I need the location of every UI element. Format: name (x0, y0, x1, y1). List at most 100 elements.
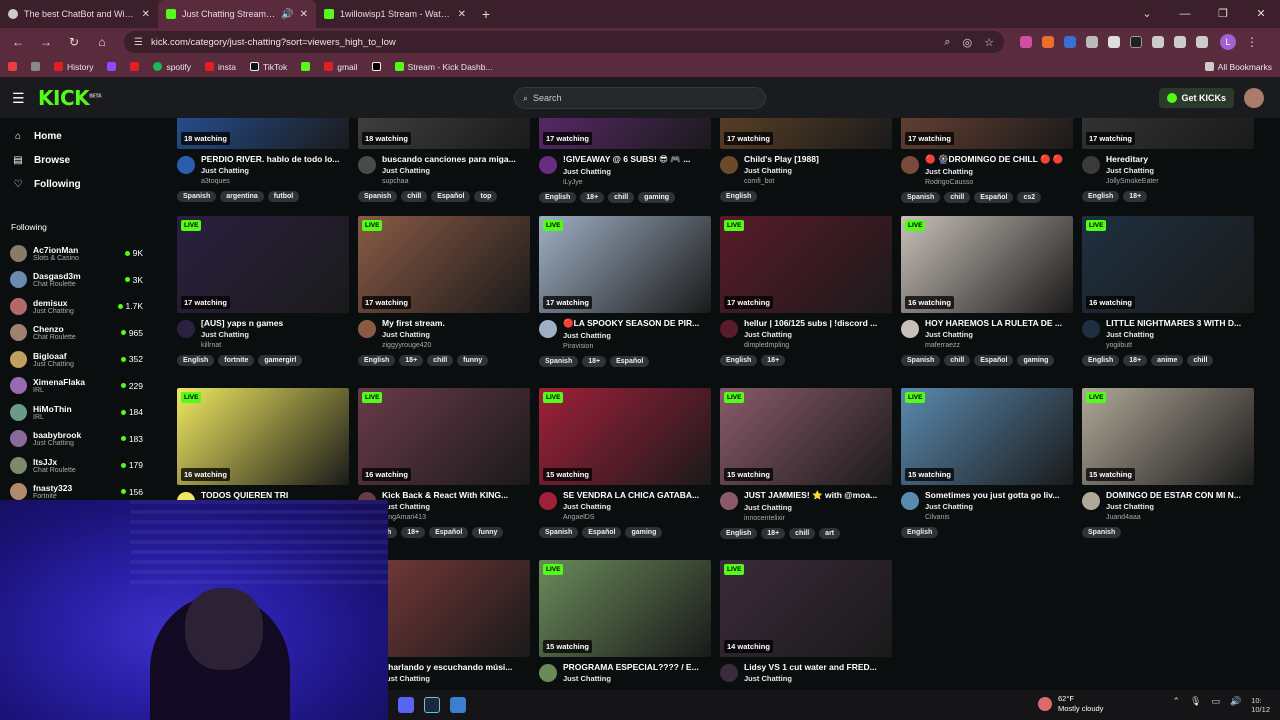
stream-thumbnail[interactable]: 17 watching (720, 118, 892, 149)
eye-off-icon[interactable]: ◎ (963, 36, 973, 49)
stream-title[interactable]: 🔴 🎡DROMINGO DE CHILL 🔴 🔴 (925, 154, 1073, 165)
stream-title[interactable]: Hereditary (1106, 154, 1254, 164)
stream-thumbnail[interactable]: LIVE 15 watching (1082, 388, 1254, 485)
stream-tag[interactable]: chill (789, 528, 816, 539)
search-input[interactable]: ⌕ Search (514, 87, 766, 109)
microphone-icon[interactable]: 🎙 (1190, 696, 1201, 714)
clock[interactable]: 10: 10/12 (1251, 696, 1270, 714)
stream-card[interactable]: LIVE 17 watching [AUS] yaps n games Just… (177, 216, 349, 381)
stream-card[interactable]: LIVE 15 watching SE VENDRA LA CHICA GATA… (539, 388, 711, 553)
stream-card[interactable]: LIVE 17 watching hellur | 106/125 subs |… (720, 216, 892, 381)
stream-tag[interactable]: futbol (267, 191, 300, 202)
stream-category[interactable]: Just Chatting (744, 503, 892, 512)
stream-thumbnail[interactable]: LIVE 17 watching (720, 216, 892, 313)
following-item[interactable]: Dasgasd3m Chat Roulette 3K (0, 267, 165, 294)
stream-title[interactable]: Lidsy VS 1 cut water and FRED... (744, 662, 892, 672)
discord-icon[interactable] (398, 697, 414, 713)
stream-category[interactable]: Just Chatting (201, 330, 349, 339)
stream-tag[interactable]: Spanish (901, 355, 941, 366)
streamer-name[interactable]: ziggyyrouge420 (382, 342, 530, 349)
stream-title[interactable]: Charlando y escuchando músi... (382, 662, 530, 672)
stream-tag[interactable]: gamergirl (258, 355, 303, 366)
following-item[interactable]: XimenaFlaka IRL 229 (0, 373, 165, 400)
avatar[interactable] (901, 492, 919, 510)
stream-thumbnail[interactable]: LIVE 15 watching (539, 560, 711, 657)
stream-tag[interactable]: gaming (1017, 355, 1055, 366)
profile-avatar[interactable]: L (1220, 34, 1236, 50)
stream-tag[interactable]: chill (427, 355, 454, 366)
stream-tag[interactable]: anime (1151, 355, 1184, 366)
stream-category[interactable]: Just Chatting (1106, 502, 1254, 511)
stream-title[interactable]: buscando canciones para miga... (382, 154, 530, 164)
extension-icon[interactable] (1042, 36, 1054, 48)
stream-tag[interactable]: Español (582, 527, 622, 538)
stream-thumbnail[interactable]: LIVE 17 watching (358, 216, 530, 313)
minimize-button[interactable]: — (1166, 0, 1204, 28)
stream-tag[interactable]: Español (974, 355, 1014, 366)
stream-tag[interactable]: Spanish (539, 356, 579, 367)
sidebar-item-home[interactable]: ⌂ Home (12, 124, 165, 148)
weather-widget[interactable]: 62°F Mostly cloudy (1038, 694, 1103, 714)
following-item[interactable]: Ac7ionMan Slots & Casino 9K (0, 240, 165, 267)
stream-thumbnail[interactable]: LIVE 16 watching (901, 216, 1073, 313)
stream-card[interactable]: 18 watching buscando canciones para miga… (358, 118, 530, 217)
stream-thumbnail[interactable]: 17 watching (901, 118, 1073, 149)
stream-thumbnail[interactable]: LIVE 15 watching (720, 388, 892, 485)
stream-title[interactable]: HOY HAREMOS LA RULETA DE ... (925, 318, 1073, 328)
browser-tab[interactable]: The best ChatBot and Widgets ✕ (0, 0, 158, 28)
bookmark-item[interactable] (371, 62, 381, 71)
streamer-name[interactable]: innocentelixir (744, 515, 892, 522)
stream-tag[interactable]: funny (457, 355, 489, 366)
stream-tag[interactable]: chill (944, 192, 971, 203)
stream-title[interactable]: DOMINGO DE ESTAR CON MI N... (1106, 490, 1254, 500)
stream-thumbnail[interactable]: LIVE 16 watching (1082, 216, 1254, 313)
bookmark-gmail[interactable]: gmail (324, 62, 358, 72)
stream-title[interactable]: hellur | 106/125 subs | !discord ... (744, 318, 892, 328)
home-icon[interactable]: ⌂ (90, 35, 114, 49)
streamer-name[interactable]: maferraezz (925, 342, 1073, 349)
stream-category[interactable]: Just Chatting (1106, 330, 1254, 339)
browser-tab-active[interactable]: Just Chatting Streams - Li 🔊 ✕ (158, 0, 316, 28)
stream-tag[interactable]: Español (431, 191, 471, 202)
stream-tag[interactable]: English (720, 355, 758, 366)
stream-tag[interactable]: cs2 (1017, 192, 1042, 203)
stream-card[interactable]: LIVE 15 watching JUST JAMMIES! ⭐ with @m… (720, 388, 892, 553)
streamer-name[interactable]: iLyJye (563, 179, 711, 186)
stream-title[interactable]: LITTLE NIGHTMARES 3 WITH D... (1106, 318, 1254, 328)
stream-card[interactable]: 17 watching Hereditary Just Chatting Jol… (1082, 118, 1254, 217)
stream-tag[interactable]: chill (401, 191, 428, 202)
stream-title[interactable]: JUST JAMMIES! ⭐ with @moa... (744, 490, 892, 501)
extension-icon[interactable] (1020, 36, 1032, 48)
url-input[interactable]: ☰ kick.com/category/just-chatting?sort=v… (124, 31, 1004, 53)
stream-category[interactable]: Just Chatting (201, 166, 349, 175)
hamburger-menu-icon[interactable]: ☰ (12, 90, 26, 107)
stream-tag[interactable]: English (177, 355, 215, 366)
stream-tag[interactable]: Spanish (358, 191, 398, 202)
get-kicks-button[interactable]: Get KICKs (1159, 88, 1234, 108)
stream-card[interactable]: LIVE 16 watching LITTLE NIGHTMARES 3 WIT… (1082, 216, 1254, 381)
stream-thumbnail[interactable]: LIVE 14 watching (720, 560, 892, 657)
stream-title[interactable]: Child's Play [1988] (744, 154, 892, 164)
stream-thumbnail[interactable]: 17 watching (539, 118, 711, 149)
stream-tag[interactable]: English (358, 355, 396, 366)
sidebar-item-browse[interactable]: ▤ Browse (12, 148, 165, 172)
stream-title[interactable]: TODOS QUIEREN TRI (201, 490, 349, 500)
browser-tab[interactable]: 1willowisp1 Stream - Watch Liv ✕ (316, 0, 474, 28)
stream-tag[interactable]: 18+ (761, 355, 786, 366)
following-item[interactable]: Bigloaaf Just Chatting 352 (0, 346, 165, 373)
new-tab-button[interactable]: + (474, 6, 498, 22)
stream-card[interactable]: LIVE 16 watching HOY HAREMOS LA RULETA D… (901, 216, 1073, 381)
streamer-name[interactable]: RodrigoCausso (925, 179, 1073, 186)
streamer-name[interactable]: comfi_bot (744, 178, 892, 185)
stream-title[interactable]: PROGRAMA ESPECIAL???? / E... (563, 662, 711, 672)
stream-thumbnail[interactable]: LIVE 15 watching (539, 388, 711, 485)
stream-category[interactable]: Just Chatting (563, 674, 711, 683)
stream-card[interactable]: 17 watching Child's Play [1988] Just Cha… (720, 118, 892, 217)
bookmark-item[interactable] (301, 62, 311, 71)
stream-category[interactable]: Just Chatting (382, 674, 530, 683)
stream-tag[interactable]: argentina (220, 191, 264, 202)
tab-search-icon[interactable]: ⌄ (1128, 0, 1166, 28)
extension-icon[interactable] (1064, 36, 1076, 48)
stream-tag[interactable]: funny (472, 527, 504, 538)
bookmark-history[interactable]: History (54, 62, 93, 72)
